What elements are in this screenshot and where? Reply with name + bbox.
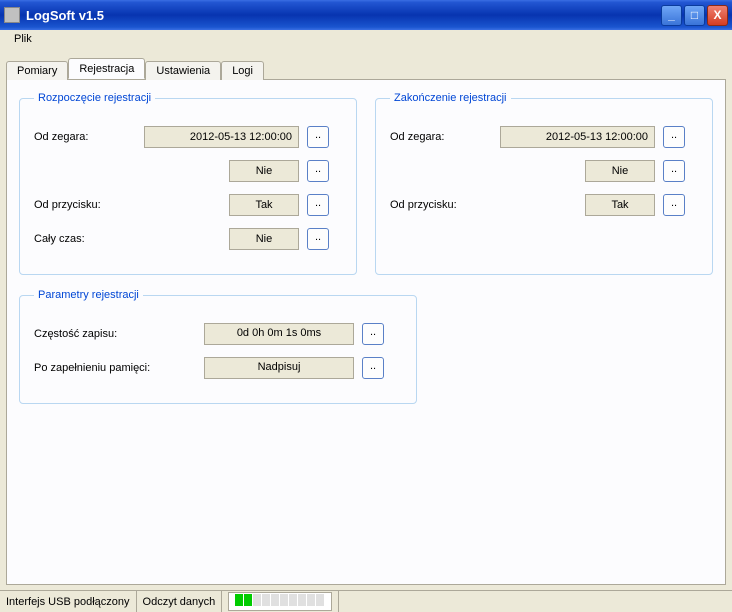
end-od-przycisku-button[interactable]: .. — [663, 194, 685, 216]
statusbar: Interfejs USB podłączony Odczyt danych — [0, 590, 732, 612]
end-od-zegara-edit-button[interactable]: .. — [663, 126, 685, 148]
group-start: Rozpoczęcie rejestracji Od zegara: 2012-… — [19, 92, 357, 275]
progress-block-off — [262, 594, 270, 606]
params-mem-label: Po zapełnieniu pamięci: — [34, 362, 204, 374]
minimize-button[interactable]: _ — [661, 5, 682, 26]
tab-pomiary[interactable]: Pomiary — [6, 61, 68, 80]
start-od-zegara-edit-button[interactable]: .. — [307, 126, 329, 148]
tab-content: Rozpoczęcie rejestracji Od zegara: 2012-… — [6, 80, 726, 585]
tab-bar: Pomiary Rejestracja Ustawienia Logi — [6, 58, 726, 80]
maximize-button[interactable]: □ — [684, 5, 705, 26]
tab-logi[interactable]: Logi — [221, 61, 264, 80]
titlebar: LogSoft v1.5 _ □ X — [0, 0, 732, 30]
group-params-legend: Parametry rejestracji — [34, 289, 143, 301]
end-od-zegara-value: 2012-05-13 12:00:00 — [500, 126, 655, 148]
start-caly-czas-value: Nie — [229, 228, 299, 250]
close-button[interactable]: X — [707, 5, 728, 26]
menu-plik[interactable]: Plik — [6, 31, 40, 47]
window-buttons: _ □ X — [661, 5, 728, 26]
status-read: Odczyt danych — [137, 591, 223, 612]
tab-ustawienia[interactable]: Ustawienia — [145, 61, 221, 80]
status-progress — [222, 591, 339, 612]
menubar: Plik — [0, 30, 732, 52]
progress-block-off — [271, 594, 279, 606]
params-mem-value: Nadpisuj — [204, 357, 354, 379]
params-freq-value: 0d 0h 0m 1s 0ms — [204, 323, 354, 345]
start-od-przycisku-value: Tak — [229, 194, 299, 216]
group-end: Zakończenie rejestracji Od zegara: 2012-… — [375, 92, 713, 275]
params-mem-button[interactable]: .. — [362, 357, 384, 379]
end-od-przycisku-label: Od przycisku: — [390, 199, 500, 211]
app-icon — [4, 7, 20, 23]
window-title: LogSoft v1.5 — [26, 8, 661, 23]
status-usb: Interfejs USB podłączony — [0, 591, 137, 612]
group-params: Parametry rejestracji Częstość zapisu: 0… — [19, 289, 417, 404]
progress-block-off — [289, 594, 297, 606]
start-od-zegara-value: 2012-05-13 12:00:00 — [144, 126, 299, 148]
start-od-przycisku-label: Od przycisku: — [34, 199, 144, 211]
start-caly-czas-label: Cały czas: — [34, 233, 144, 245]
group-start-legend: Rozpoczęcie rejestracji — [34, 92, 155, 104]
progress-block-off — [280, 594, 288, 606]
progress-block-off — [298, 594, 306, 606]
start-od-przycisku-button[interactable]: .. — [307, 194, 329, 216]
end-od-przycisku-value: Tak — [585, 194, 655, 216]
progress-block-off — [253, 594, 261, 606]
start-od-zegara-toggle-button[interactable]: .. — [307, 160, 329, 182]
progress-block-on — [244, 594, 252, 606]
start-od-zegara-label: Od zegara: — [34, 131, 144, 143]
tab-rejestracja[interactable]: Rejestracja — [68, 58, 145, 79]
group-end-legend: Zakończenie rejestracji — [390, 92, 511, 104]
params-freq-button[interactable]: .. — [362, 323, 384, 345]
end-od-zegara-label: Od zegara: — [390, 131, 500, 143]
start-od-zegara-toggle: Nie — [229, 160, 299, 182]
progress-block-off — [316, 594, 324, 606]
end-od-zegara-toggle-button[interactable]: .. — [663, 160, 685, 182]
end-od-zegara-toggle: Nie — [585, 160, 655, 182]
progress-block-on — [235, 594, 243, 606]
progress-block-off — [307, 594, 315, 606]
params-freq-label: Częstość zapisu: — [34, 328, 204, 340]
start-caly-czas-button[interactable]: .. — [307, 228, 329, 250]
